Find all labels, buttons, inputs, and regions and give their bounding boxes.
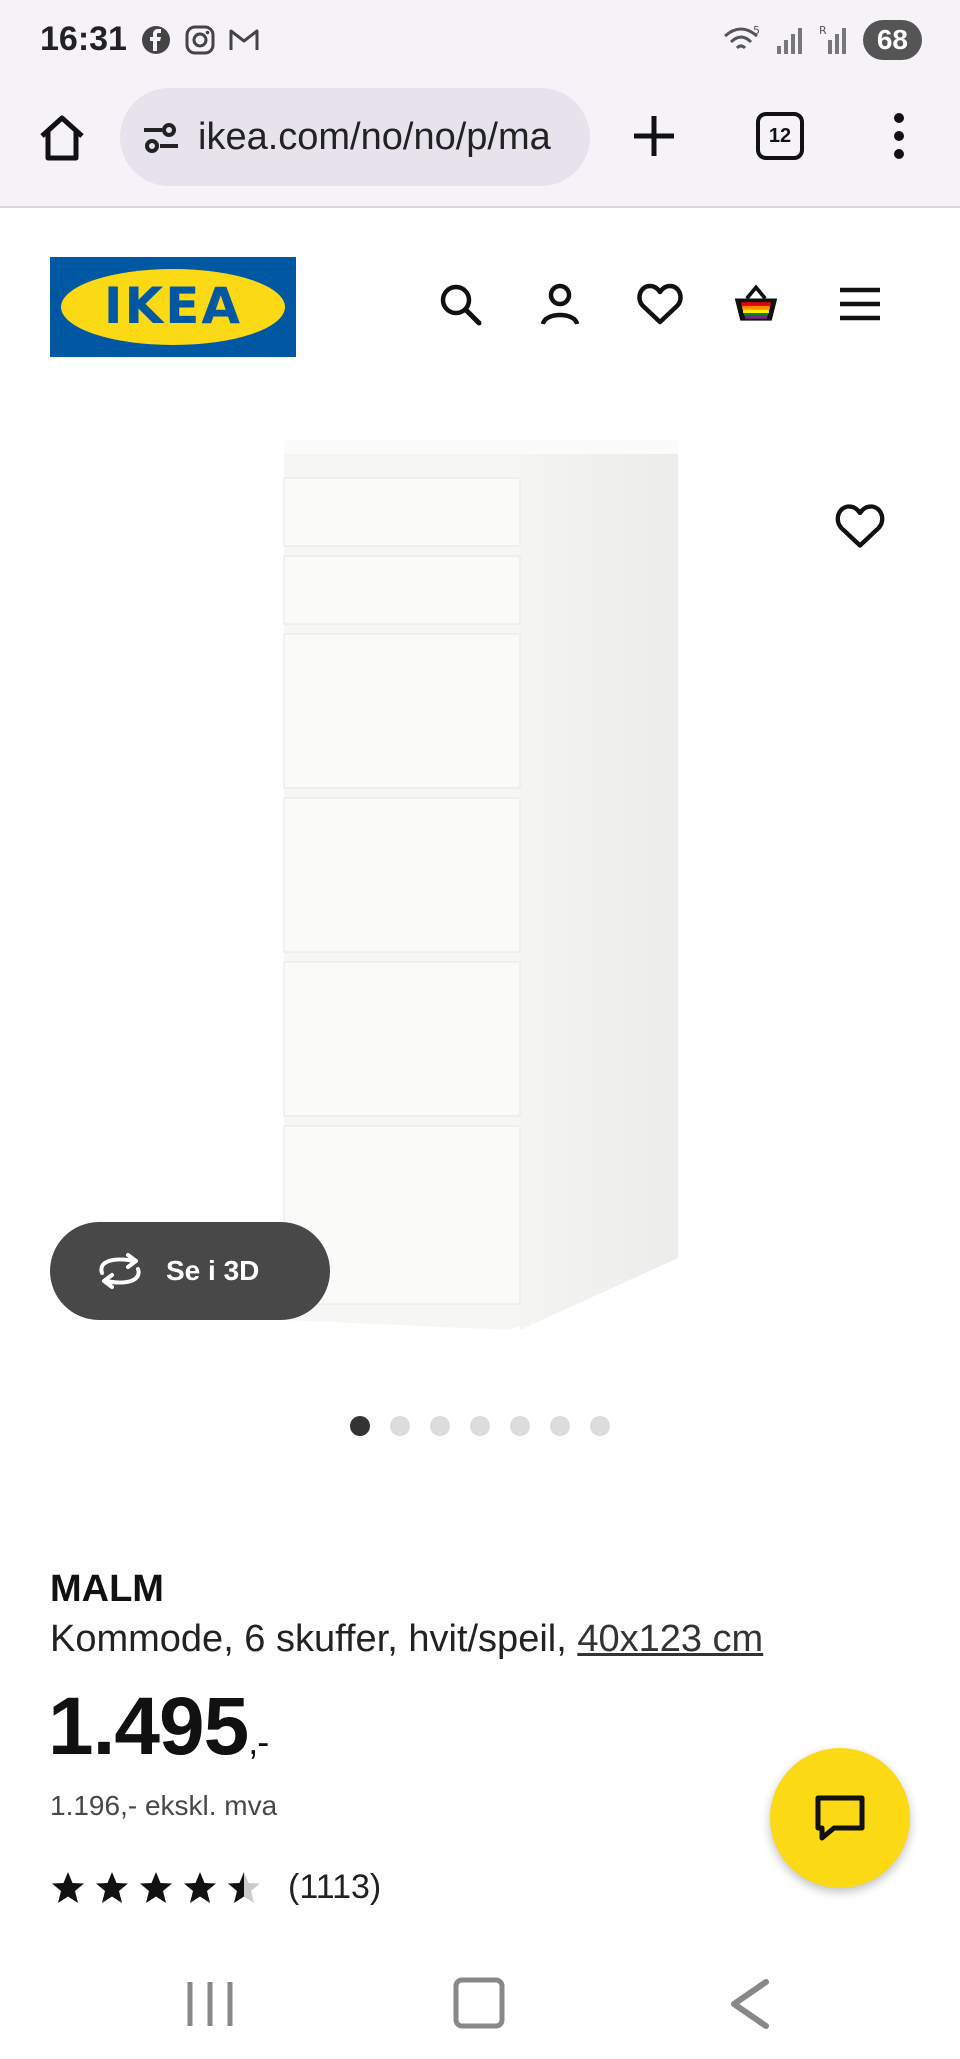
star-icon — [96, 1872, 128, 1903]
gallery-dot[interactable] — [350, 1416, 370, 1436]
wifi-icon: 5 — [723, 24, 760, 50]
price-ex-vat: 1.196,- ekskl. mva — [50, 1790, 278, 1821]
site-settings-icon[interactable] — [140, 116, 182, 158]
more-options-icon[interactable] — [884, 106, 914, 166]
gallery-dot[interactable] — [590, 1416, 610, 1436]
logo-text: IKEA — [104, 277, 242, 335]
ikea-logo[interactable]: IKEA — [50, 257, 296, 357]
new-tab-icon[interactable] — [628, 110, 680, 162]
price-value: 1.495 — [48, 1681, 249, 1772]
product-description: Kommode, 6 skuffer, hvit/speil, 40x123 c… — [50, 1618, 763, 1661]
product-type: Kommode, 6 skuffer, hvit/speil, — [50, 1618, 578, 1660]
tab-switcher-button[interactable]: 12 — [756, 112, 804, 160]
back-icon[interactable] — [720, 1974, 780, 2034]
price-suffix: ,- — [248, 1721, 269, 1762]
system-icons: 5 R 68 — [723, 20, 922, 60]
status-bar: 16:31 5 R 68 — [0, 0, 960, 84]
svg-text:R: R — [819, 24, 827, 37]
add-to-wishlist-icon[interactable] — [834, 500, 886, 552]
gallery-dot[interactable] — [550, 1416, 570, 1436]
basket-icon[interactable] — [732, 280, 780, 328]
rotate-3d-icon — [99, 1253, 141, 1289]
gallery-dot[interactable] — [390, 1416, 410, 1436]
battery-indicator: 68 — [862, 20, 922, 60]
product-dimensions-link[interactable]: 40x123 cm — [577, 1618, 763, 1660]
home-nav-icon[interactable] — [450, 1974, 510, 2034]
wishlist-icon[interactable] — [636, 280, 684, 328]
star-icon — [184, 1872, 216, 1903]
star-icon — [140, 1872, 172, 1903]
gallery-pagination — [350, 1416, 610, 1436]
signal-icon — [776, 28, 802, 54]
svg-text:5: 5 — [753, 24, 760, 37]
see-in-3d-label: Se i 3D — [166, 1255, 260, 1286]
see-in-3d-button[interactable]: Se i 3D — [50, 1222, 330, 1320]
product-image[interactable] — [270, 440, 690, 1340]
chat-button[interactable] — [770, 1748, 910, 1888]
review-count[interactable]: (1113) — [288, 1868, 381, 1907]
menu-icon[interactable] — [836, 280, 884, 328]
gallery-dot[interactable] — [470, 1416, 490, 1436]
url-text[interactable]: ikea.com/no/no/p/ma — [198, 116, 568, 159]
instagram-icon — [185, 25, 215, 55]
account-icon[interactable] — [536, 280, 584, 328]
gallery-dot[interactable] — [510, 1416, 530, 1436]
product-name: MALM — [50, 1568, 164, 1610]
facebook-icon — [142, 26, 170, 54]
notification-icons — [140, 24, 260, 56]
recent-apps-icon[interactable] — [180, 1974, 240, 2034]
search-icon[interactable] — [436, 280, 484, 328]
android-nav-bar — [0, 1950, 960, 2059]
star-icon — [52, 1872, 84, 1903]
signal-roaming-icon: R — [819, 24, 846, 54]
product-price: 1.495,- — [48, 1680, 269, 1774]
gallery-dot[interactable] — [430, 1416, 450, 1436]
address-bar[interactable]: ikea.com/no/no/p/ma — [120, 88, 590, 186]
status-time: 16:31 — [40, 20, 127, 58]
gmail-icon — [229, 29, 259, 50]
browser-toolbar: ikea.com/no/no/p/ma 12 — [0, 84, 960, 208]
half-star-icon — [228, 1872, 260, 1903]
chat-icon — [815, 1795, 865, 1841]
home-icon[interactable] — [36, 112, 88, 164]
rating-stars[interactable] — [50, 1870, 262, 1906]
